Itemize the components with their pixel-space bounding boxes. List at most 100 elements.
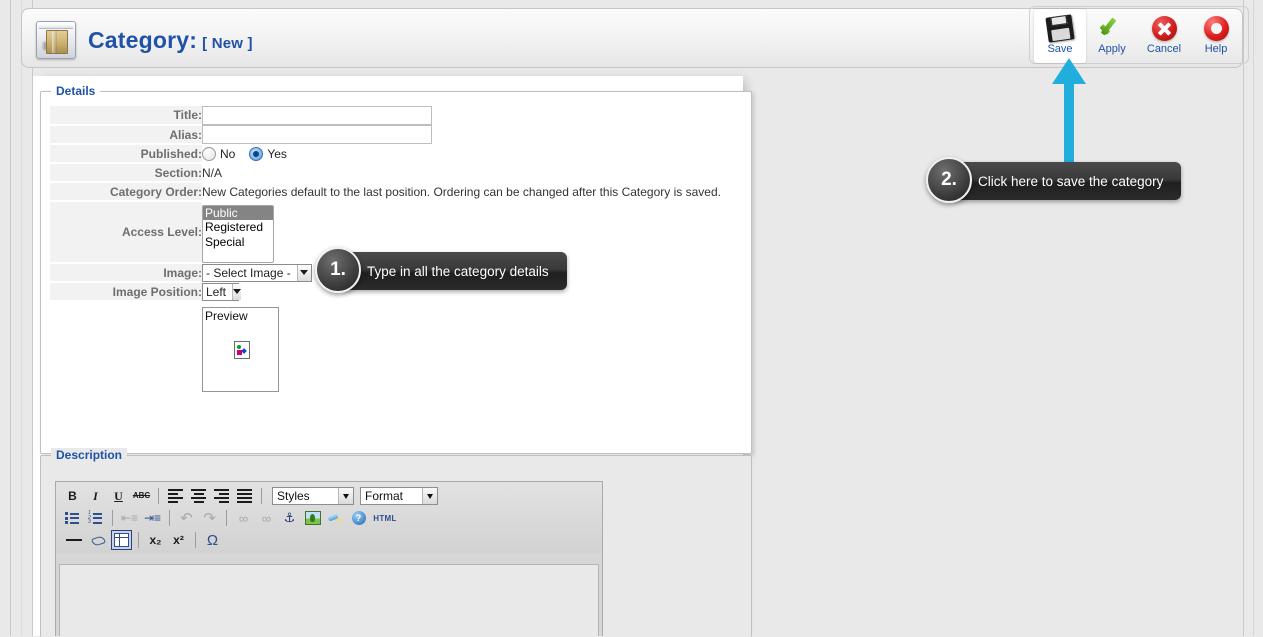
format-select-value: Format bbox=[365, 489, 404, 503]
underline-button[interactable]: U bbox=[108, 486, 129, 506]
align-left-button[interactable] bbox=[165, 486, 186, 506]
indent-button[interactable]: ⇥≡ bbox=[142, 508, 163, 528]
apply-button[interactable]: Apply bbox=[1086, 9, 1138, 63]
image-position-label: Image Position: bbox=[50, 282, 202, 302]
description-legend: Description bbox=[51, 448, 128, 462]
italic-button[interactable]: I bbox=[85, 486, 106, 506]
outer-frame-edge-left-1 bbox=[10, 0, 11, 636]
published-no-label: No bbox=[220, 146, 236, 161]
html-source-button[interactable]: HTML bbox=[371, 508, 399, 528]
insert-image-button[interactable] bbox=[302, 508, 323, 528]
published-no-radio[interactable] bbox=[202, 146, 216, 161]
page-background bbox=[743, 68, 1243, 636]
preview-label: Preview bbox=[205, 309, 248, 323]
chevron-down-icon bbox=[296, 264, 311, 281]
alias-label: Alias: bbox=[50, 125, 202, 145]
editor-toolbar-row-1: B I U ABC Styles Format bbox=[62, 485, 600, 507]
format-select[interactable]: Format bbox=[360, 487, 438, 505]
access-level-option: Public bbox=[203, 206, 273, 220]
green-check-icon bbox=[1098, 13, 1126, 43]
align-center-button[interactable] bbox=[188, 486, 209, 506]
insert-link-button[interactable]: ∞ bbox=[233, 508, 254, 528]
remove-format-button[interactable] bbox=[88, 530, 109, 550]
access-level-listbox[interactable]: Public Registered Special bbox=[202, 205, 274, 263]
superscript-button[interactable]: x² bbox=[168, 530, 189, 550]
action-toolbar: Save Apply Cancel Help bbox=[1029, 6, 1249, 64]
toolbar-separator bbox=[195, 532, 196, 548]
image-label: Image: bbox=[50, 263, 202, 283]
section-label: Section: bbox=[50, 163, 202, 183]
toolbar-separator bbox=[158, 488, 159, 504]
toolbar-separator bbox=[138, 532, 139, 548]
outdent-button[interactable]: ⇤≡ bbox=[119, 508, 140, 528]
details-legend: Details bbox=[51, 84, 101, 98]
details-form: Title: Alias: Published: No Yes Section:… bbox=[50, 106, 721, 392]
anchor-icon[interactable]: ⚓ bbox=[279, 508, 300, 528]
save-button[interactable]: Save bbox=[1034, 9, 1086, 63]
chevron-down-icon bbox=[422, 488, 437, 504]
editor-toolbar-row-2: 123 ⇤≡ ⇥≡ ↶ ↷ ∞ ∞ ⚓ ? HTML bbox=[62, 507, 600, 529]
special-character-button[interactable]: Ω bbox=[202, 530, 223, 550]
ordered-list-button[interactable]: 123 bbox=[85, 508, 106, 528]
callout-step-2: 2. Click here to save the category bbox=[926, 157, 1182, 203]
redo-button[interactable]: ↷ bbox=[199, 508, 220, 528]
access-level-option: Registered bbox=[203, 220, 273, 234]
image-select-value: - Select Image - bbox=[206, 265, 291, 280]
title-input[interactable] bbox=[202, 106, 432, 125]
callout-step-1-number: 1. bbox=[315, 247, 361, 293]
callout-step-2-number: 2. bbox=[926, 157, 972, 203]
lifebuoy-icon bbox=[1203, 13, 1229, 43]
field-row-title: Title: bbox=[50, 106, 721, 126]
styles-select-value: Styles bbox=[277, 489, 310, 503]
editor-toolbar: B I U ABC Styles Format 123 ⇤≡ ⇥≡ ↶ ↷ ∞ … bbox=[56, 482, 602, 553]
strikethrough-button[interactable]: ABC bbox=[131, 486, 152, 506]
cancel-button-label: Cancel bbox=[1146, 43, 1182, 55]
page-title-subtitle: [ New ] bbox=[202, 35, 253, 52]
page-title-text: Category: bbox=[88, 27, 198, 53]
alias-input[interactable] bbox=[202, 125, 432, 144]
published-yes-label: Yes bbox=[267, 146, 287, 161]
title-label: Title: bbox=[50, 106, 202, 126]
styles-select[interactable]: Styles bbox=[272, 487, 354, 505]
image-position-select[interactable]: Left bbox=[202, 282, 242, 301]
callout-step-1-text: Type in all the category details bbox=[341, 252, 567, 290]
unordered-list-button[interactable] bbox=[62, 508, 83, 528]
published-yes-radio[interactable] bbox=[249, 146, 264, 161]
folder-window-icon bbox=[36, 21, 76, 59]
apply-button-label: Apply bbox=[1098, 43, 1126, 55]
undo-button[interactable]: ↶ bbox=[176, 508, 197, 528]
insert-table-button[interactable] bbox=[111, 530, 132, 550]
rich-text-editor: B I U ABC Styles Format 123 ⇤≡ ⇥≡ ↶ ↷ ∞ … bbox=[55, 481, 603, 636]
cancel-button[interactable]: Cancel bbox=[1138, 9, 1190, 63]
bold-button[interactable]: B bbox=[62, 486, 83, 506]
outer-frame-edge-right-1 bbox=[1243, 0, 1244, 636]
field-row-alias: Alias: bbox=[50, 125, 721, 145]
outer-frame-edge-left-2 bbox=[21, 0, 22, 636]
toolbar-separator bbox=[226, 510, 227, 526]
toolbar-separator bbox=[112, 510, 113, 526]
image-preview-box: Preview bbox=[202, 307, 279, 392]
toolbar-separator bbox=[169, 510, 170, 526]
align-right-button[interactable] bbox=[211, 486, 232, 506]
help-button[interactable]: Help bbox=[1190, 9, 1242, 63]
help-button-label: Help bbox=[1204, 43, 1228, 55]
image-select[interactable]: - Select Image - bbox=[202, 263, 312, 282]
annotation-arrow-icon bbox=[1052, 58, 1086, 166]
editor-help-button[interactable]: ? bbox=[348, 508, 369, 528]
page-title: Category:[ New ] bbox=[88, 27, 253, 54]
field-row-preview: Preview bbox=[50, 301, 721, 392]
field-row-category-order: Category Order: New Categories default t… bbox=[50, 182, 721, 202]
red-x-circle-icon bbox=[1151, 13, 1177, 43]
category-order-value: New Categories default to the last posit… bbox=[202, 184, 721, 199]
editor-content-area[interactable] bbox=[59, 564, 599, 636]
align-justify-button[interactable] bbox=[234, 486, 255, 506]
image-position-value: Left bbox=[206, 284, 227, 299]
subscript-button[interactable]: x₂ bbox=[145, 530, 166, 550]
cleanup-button[interactable] bbox=[325, 508, 346, 528]
chevron-down-icon bbox=[338, 488, 353, 504]
unlink-button[interactable]: ∞ bbox=[256, 508, 277, 528]
horizontal-rule-button[interactable] bbox=[62, 530, 86, 550]
outer-frame-edge-right-2 bbox=[1253, 0, 1254, 636]
toolbar-separator bbox=[261, 488, 262, 504]
floppy-disk-icon bbox=[1045, 13, 1075, 43]
